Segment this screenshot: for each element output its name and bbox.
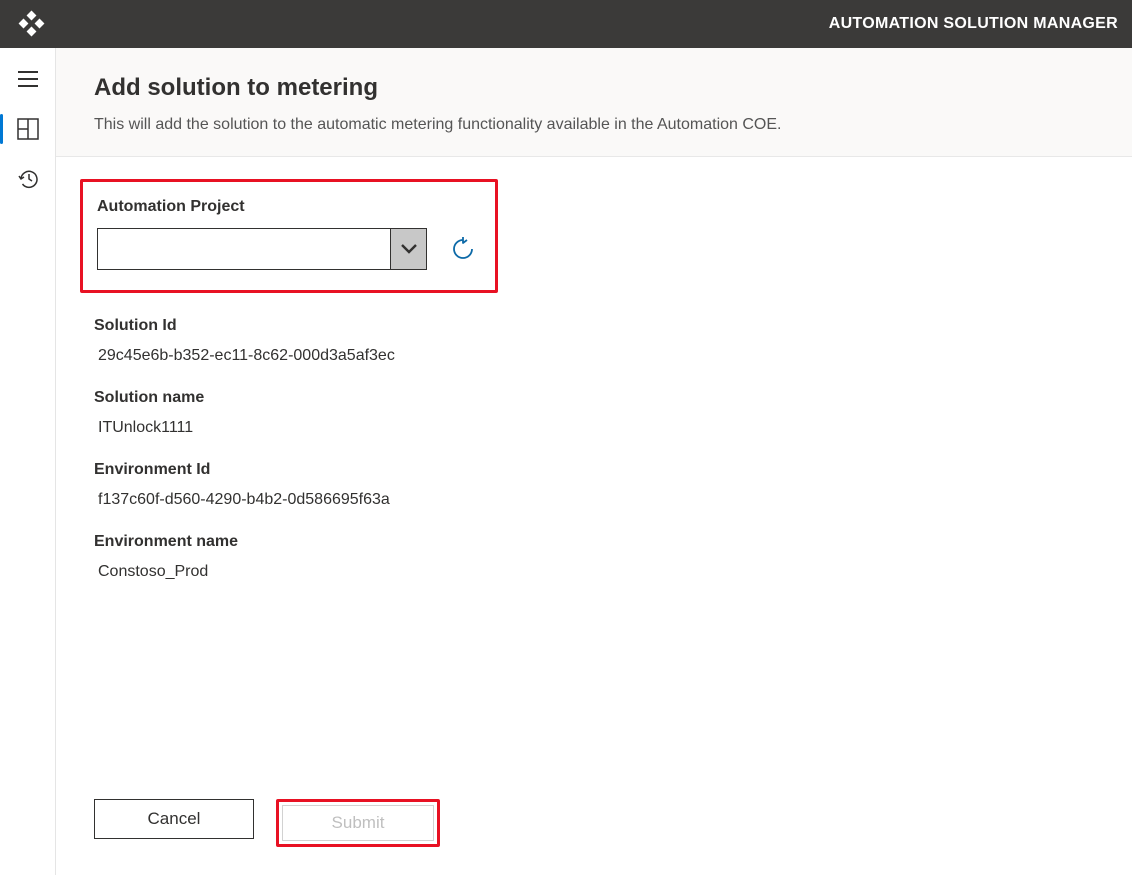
refresh-button[interactable] [449, 235, 477, 263]
hamburger-menu-button[interactable] [6, 58, 50, 100]
sidebar-item-dashboard[interactable] [6, 108, 50, 150]
automation-project-value [98, 229, 390, 269]
environment-id-label: Environment Id [94, 461, 1094, 479]
form-area: Automation Project [56, 157, 1132, 875]
refresh-icon [451, 237, 475, 261]
button-row: Cancel Submit [94, 769, 1094, 847]
solution-id-label: Solution Id [94, 317, 1094, 335]
environment-name-label: Environment name [94, 533, 1094, 551]
app-header: AUTOMATION SOLUTION MANAGER [0, 0, 1132, 48]
solution-id-value: 29c45e6b-b352-ec11-8c62-000d3a5af3ec [98, 347, 1094, 365]
solution-name-label: Solution name [94, 389, 1094, 407]
history-icon [17, 168, 39, 190]
environment-id-value: f137c60f-d560-4290-b4b2-0d586695f63a [98, 491, 1094, 509]
page-description: This will add the solution to the automa… [94, 116, 1094, 134]
page-title: Add solution to metering [94, 74, 1094, 102]
main-content: Add solution to metering This will add t… [56, 48, 1132, 875]
chevron-down-icon [390, 229, 426, 269]
app-title: AUTOMATION SOLUTION MANAGER [829, 15, 1118, 33]
grid-layout-icon [17, 118, 39, 140]
submit-button-highlight: Submit [276, 799, 440, 847]
hamburger-icon [17, 70, 39, 88]
automation-project-label: Automation Project [97, 198, 481, 216]
automation-project-section: Automation Project [80, 179, 498, 293]
solution-name-value: ITUnlock1111 [98, 419, 1094, 437]
automation-project-select[interactable] [97, 228, 427, 270]
environment-name-value: Constoso_Prod [98, 563, 1094, 581]
app-logo [14, 10, 50, 38]
cancel-button[interactable]: Cancel [94, 799, 254, 839]
submit-button[interactable]: Submit [282, 805, 434, 841]
page-header: Add solution to metering This will add t… [56, 48, 1132, 157]
sidebar-item-history[interactable] [6, 158, 50, 200]
sidebar [0, 48, 56, 875]
